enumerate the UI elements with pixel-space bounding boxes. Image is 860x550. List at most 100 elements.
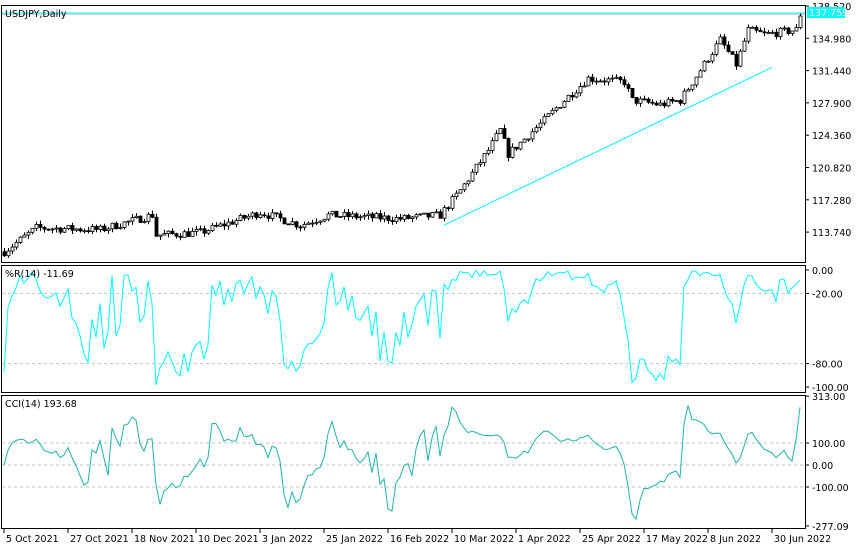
candle-body	[362, 215, 367, 218]
time-axis-label: 10 Mar 2022	[454, 534, 514, 545]
price-panel[interactable]	[1, 5, 806, 263]
candle-body	[374, 213, 379, 219]
candle-body	[510, 146, 515, 158]
candle-body	[550, 109, 555, 115]
candle-body	[94, 226, 99, 230]
symbol-label: USDJPY,Daily	[5, 9, 67, 20]
candle-body	[130, 217, 135, 222]
candle-body	[530, 131, 535, 140]
candle-body	[398, 217, 403, 220]
time-axis-label: 25 Apr 2022	[582, 534, 641, 545]
candle-body	[38, 224, 43, 228]
candle-body	[426, 212, 431, 218]
candle-body	[290, 221, 295, 225]
candle-body	[418, 213, 423, 216]
candle-body	[518, 141, 523, 150]
candle-body	[546, 113, 551, 117]
candle-body	[206, 230, 211, 234]
candle-body	[794, 27, 799, 32]
candle-body	[514, 146, 519, 150]
candle-body	[118, 227, 123, 230]
candle-body	[330, 210, 335, 215]
candle-body	[710, 54, 715, 62]
candle-body	[770, 31, 775, 34]
candle-body	[450, 196, 455, 209]
candle-body	[18, 236, 23, 243]
candle-body	[2, 251, 7, 257]
time-axis-label: 8 Jun 2022	[710, 534, 761, 545]
trading-chart[interactable]: 138.520134.980131.440127.900124.360120.8…	[0, 0, 860, 550]
candle-body	[126, 220, 131, 223]
candle-body	[74, 228, 79, 231]
candle-body	[410, 216, 415, 219]
candle-body	[758, 29, 763, 33]
time-axis-label: 16 Feb 2022	[390, 534, 449, 545]
candle-body	[602, 80, 607, 83]
candle-body	[718, 36, 723, 45]
candle-body	[310, 222, 315, 225]
candle-body	[350, 213, 355, 218]
candle-body	[194, 229, 199, 232]
candle-body	[406, 214, 411, 219]
candle-body	[438, 211, 443, 219]
candle-body	[650, 101, 655, 104]
candle-body	[670, 98, 675, 102]
candle-body	[246, 215, 251, 219]
time-axis-label: 3 Jan 2022	[262, 534, 313, 545]
candle-body	[274, 212, 279, 215]
time-axis-label: 1 Apr 2022	[518, 534, 571, 545]
candle-body	[270, 212, 275, 219]
candle-body	[618, 76, 623, 81]
candle-body	[746, 26, 751, 42]
candle-body	[30, 227, 35, 233]
candle-body	[98, 225, 103, 230]
candle-body	[10, 246, 15, 252]
cci-panel[interactable]	[1, 395, 806, 529]
candle-body	[706, 60, 711, 63]
candle-body	[338, 216, 343, 218]
time-axis-label: 10 Dec 2021	[198, 534, 259, 545]
candle-body	[586, 76, 591, 87]
candle-body	[278, 213, 283, 219]
candle-body	[42, 226, 47, 230]
candle-body	[294, 221, 299, 228]
candle-body	[342, 212, 347, 217]
candle-body	[62, 228, 67, 233]
candle-body	[598, 80, 603, 83]
wpr-axis-label: -20.00	[812, 289, 843, 300]
candle-body	[570, 94, 575, 98]
candle-body	[190, 231, 195, 237]
candle-body	[222, 223, 227, 227]
candle-body	[482, 153, 487, 163]
candle-body	[762, 31, 767, 34]
candle-body	[534, 127, 539, 133]
candle-body	[282, 217, 287, 225]
candle-body	[630, 88, 635, 98]
cci-axis-label: -277.09	[812, 522, 849, 533]
candle-body	[558, 106, 563, 109]
candle-body	[174, 233, 179, 237]
candle-body	[242, 215, 247, 219]
candle-body	[226, 221, 231, 227]
candle-body	[446, 207, 451, 210]
candle-body	[726, 44, 731, 53]
candle-body	[434, 211, 439, 214]
candle-body	[474, 163, 479, 173]
candle-body	[714, 43, 719, 55]
cci-axis-label: 100.00	[812, 439, 845, 450]
candle-body	[754, 26, 759, 31]
candle-body	[322, 218, 327, 222]
candle-body	[54, 227, 59, 230]
candle-body	[458, 189, 463, 194]
candle-body	[26, 231, 31, 236]
candle-body	[334, 210, 339, 218]
price-axis-label: 134.980	[812, 34, 851, 45]
time-axis-label: 30 Jun 2022	[774, 534, 831, 545]
candle-body	[478, 162, 483, 165]
candle-body	[214, 224, 219, 227]
candle-body	[730, 51, 735, 55]
candle-body	[78, 228, 83, 232]
price-axis-label: 124.360	[812, 131, 851, 142]
candle-body	[358, 216, 363, 219]
wpr-label: %R(14) -11.69	[5, 269, 74, 280]
